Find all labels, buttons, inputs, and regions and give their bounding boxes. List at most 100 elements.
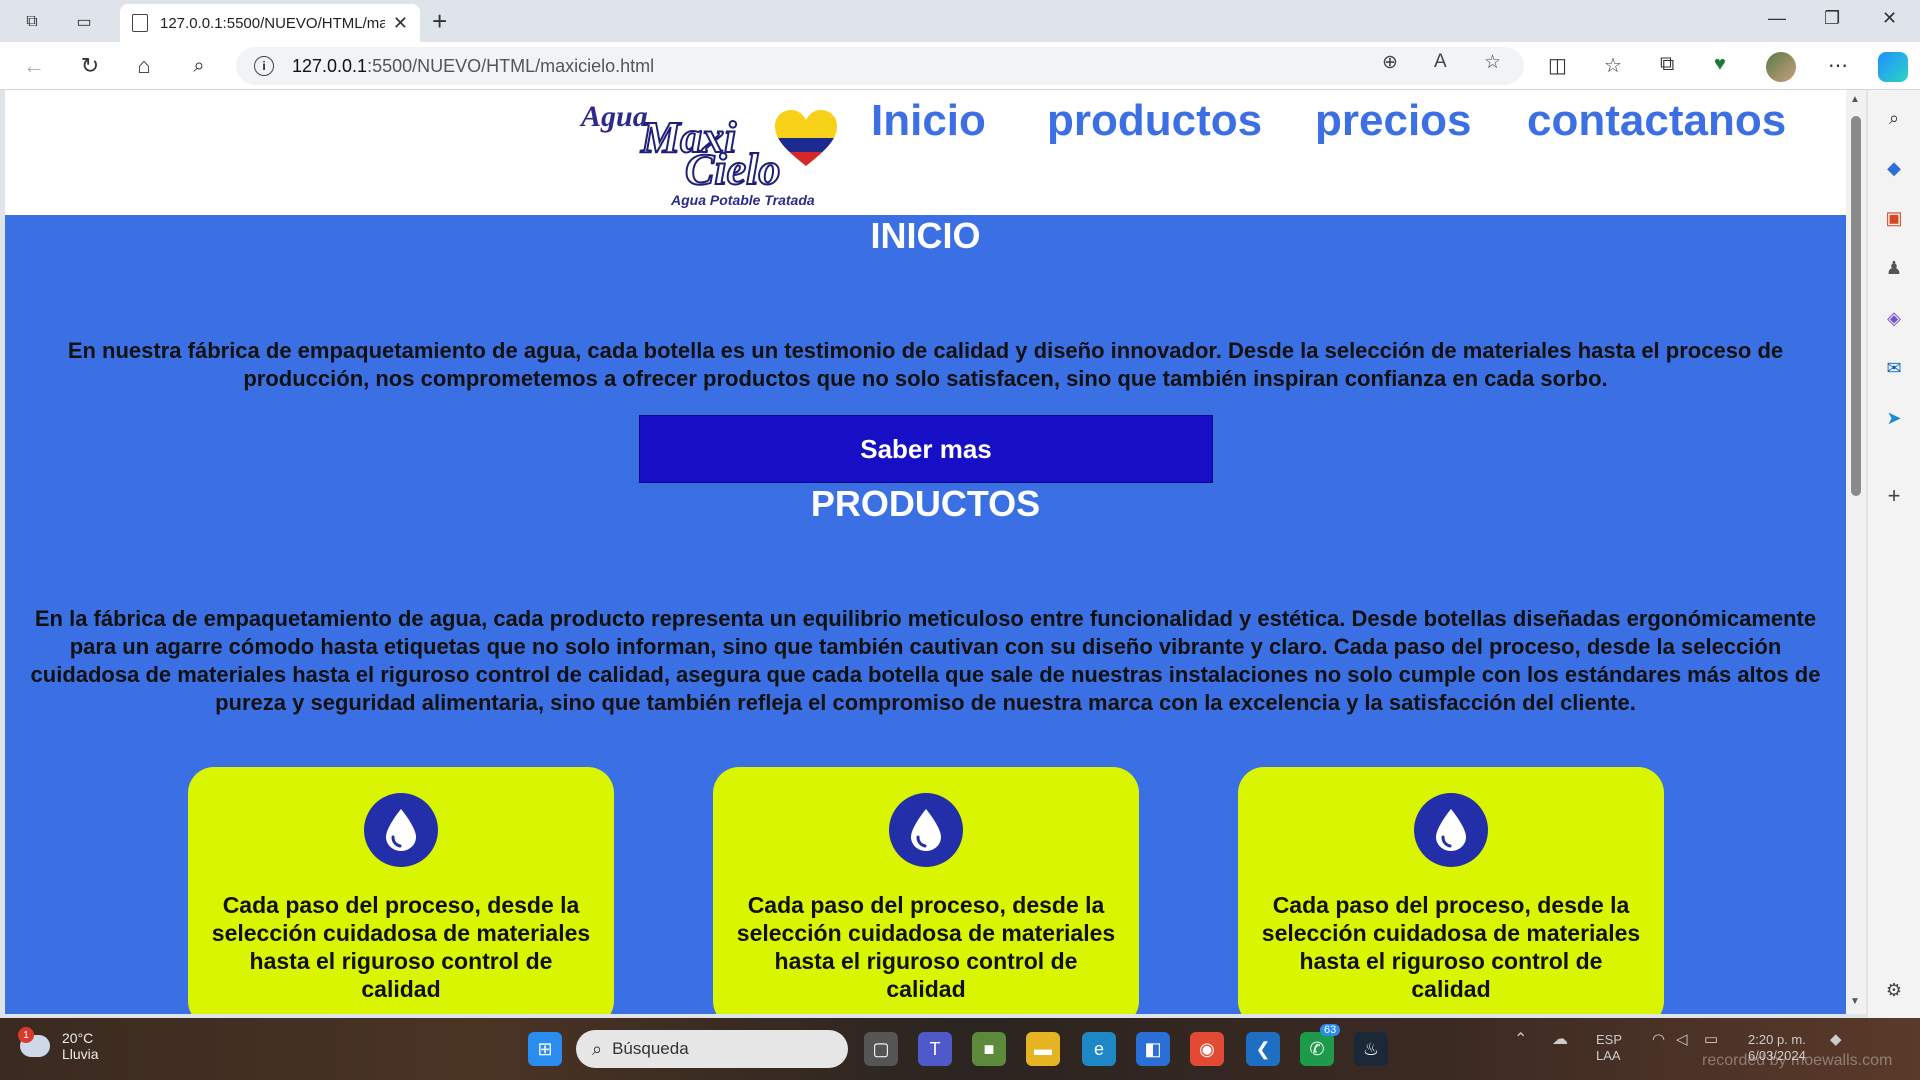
product-card: Cada paso del proceso, desde la selecció…	[1238, 767, 1664, 1014]
site-header: Agua Maxi Cielo Agua Potable Tratada Ini…	[5, 90, 1846, 215]
profile-avatar[interactable]	[1766, 52, 1796, 82]
weather-temp: 20°C	[62, 1030, 94, 1046]
lang-1: ESP	[1596, 1032, 1623, 1047]
new-tab-icon[interactable]: +	[432, 8, 447, 34]
minimize-icon[interactable]: —	[1768, 8, 1786, 29]
steam-icon[interactable]: ♨	[1354, 1032, 1388, 1066]
nav-inicio[interactable]: Inicio	[871, 96, 986, 146]
file-explorer-icon[interactable]: ▬	[1026, 1032, 1060, 1066]
search-icon: ⌕	[592, 1038, 603, 1059]
productos-text: En la fábrica de empaquetamiento de agua…	[30, 606, 1821, 715]
sidebar-send-icon[interactable]: ➤	[1882, 406, 1906, 430]
edge-icon[interactable]: e	[1082, 1032, 1116, 1066]
sidebar-outlook-icon[interactable]: ✉	[1882, 356, 1906, 380]
more-menu-icon[interactable]: ⋯	[1828, 53, 1848, 78]
zoom-icon[interactable]: ⊕	[1382, 51, 1398, 74]
copilot-icon[interactable]	[1878, 52, 1908, 82]
card-text: Cada paso del proceso, desde la selecció…	[1261, 892, 1641, 1002]
url-field[interactable]: i 127.0.0.1:5500/NUEVO/HTML/maxicielo.ht…	[236, 47, 1524, 85]
lang-2: LAA	[1596, 1048, 1621, 1063]
volume-icon[interactable]: ◁	[1676, 1032, 1688, 1048]
url-host: 127.0.0.1	[292, 55, 368, 76]
card-text: Cada paso del proceso, desde la selecció…	[736, 892, 1116, 1002]
clock-time: 2:20 p. m.	[1748, 1032, 1806, 1047]
weather-desc: Lluvia	[62, 1046, 99, 1062]
page-scrollbar[interactable]: ▲ ▼	[1846, 90, 1866, 1014]
tray-chevron-icon[interactable]: ⌃	[1514, 1032, 1527, 1048]
sidebar-office-icon[interactable]: ◈	[1882, 306, 1906, 330]
product-card: Cada paso del proceso, desde la selecció…	[188, 767, 614, 1014]
section-title-productos: PRODUCTOS	[810, 483, 1041, 524]
sidebar-shopping-icon[interactable]: ◆	[1882, 156, 1906, 180]
logo-agua: Agua	[581, 100, 648, 133]
vscode-icon[interactable]: ❮	[1246, 1032, 1280, 1066]
water-drop-icon	[889, 793, 963, 867]
taskbar-search-placeholder: Búsqueda	[612, 1039, 689, 1058]
task-view-icon[interactable]: ▢	[864, 1032, 898, 1066]
page-icon	[132, 14, 148, 32]
tab-actions-icon[interactable]: ▭	[70, 8, 98, 36]
language-indicator[interactable]: ESP LAA	[1596, 1032, 1622, 1064]
home-icon[interactable]: ⌂	[130, 52, 158, 80]
nav-productos[interactable]: productos	[1047, 96, 1262, 146]
read-aloud-icon[interactable]: A	[1434, 51, 1447, 73]
scrollbar-thumb[interactable]	[1851, 116, 1861, 496]
battery-icon[interactable]: ▭	[1704, 1032, 1718, 1048]
sidebar-settings-icon[interactable]: ⚙	[1882, 978, 1906, 1002]
favorite-star-icon[interactable]: ☆	[1484, 51, 1501, 74]
browser-essentials-icon[interactable]: ♥	[1714, 53, 1726, 76]
refresh-icon[interactable]: ↻	[76, 52, 104, 80]
colombia-heart-icon	[775, 110, 837, 166]
notifications-icon[interactable]: ◆	[1830, 1032, 1842, 1048]
url-path: :5500/NUEVO/HTML/maxicielo.html	[367, 55, 655, 76]
sidebar-add-icon[interactable]: +	[1882, 483, 1906, 508]
split-screen-icon[interactable]: ◫	[1548, 53, 1567, 78]
logo-tagline: Agua Potable Tratada	[671, 192, 815, 208]
favorites-icon[interactable]: ☆	[1604, 53, 1622, 78]
card-text: Cada paso del proceso, desde la selecció…	[211, 892, 591, 1002]
windows-taskbar: 1 20°C Lluvia ⊞ ⌕ Búsqueda ▢ T ■ ▬ e ◧ ◉…	[0, 1018, 1920, 1080]
workspaces-icon[interactable]: ⧉	[18, 8, 46, 36]
chrome-icon[interactable]: ◉	[1190, 1032, 1224, 1066]
scroll-up-icon[interactable]: ▲	[1850, 94, 1860, 105]
whatsapp-badge: 63	[1320, 1024, 1341, 1036]
address-bar: ← ↻ ⌂ ⌕ i 127.0.0.1:5500/NUEVO/HTML/maxi…	[0, 42, 1920, 90]
site-logo[interactable]: Agua Maxi Cielo Agua Potable Tratada	[575, 96, 845, 208]
water-drop-icon	[1414, 793, 1488, 867]
inicio-text: En nuestra fábrica de empaquetamiento de…	[67, 338, 1784, 391]
water-drop-icon	[364, 793, 438, 867]
collections-icon[interactable]: ⧉	[1660, 53, 1674, 76]
site-info-icon[interactable]: i	[254, 56, 274, 76]
page-viewport: Agua Maxi Cielo Agua Potable Tratada Ini…	[5, 90, 1846, 1014]
sidebar-search-icon[interactable]: ⌕	[1882, 106, 1906, 130]
restore-icon[interactable]: ❐	[1824, 8, 1840, 29]
browser-tab-bar: ⧉ ▭ 127.0.0.1:5500/NUEVO/HTML/ma ✕ + — ❐…	[0, 0, 1920, 42]
sidebar-tools-icon[interactable]: ▣	[1882, 206, 1906, 230]
windows-start-icon[interactable]: ⊞	[528, 1032, 562, 1066]
close-tab-icon[interactable]: ✕	[393, 13, 408, 34]
onedrive-icon[interactable]: ☁	[1552, 1032, 1568, 1048]
section-title-inicio: INICIO	[870, 215, 981, 256]
saber-mas-button[interactable]: Saber mas	[639, 415, 1213, 483]
search-icon[interactable]: ⌕	[185, 52, 213, 80]
teams-icon[interactable]: T	[918, 1032, 952, 1066]
nav-contactanos[interactable]: contactanos	[1527, 96, 1786, 146]
weather-widget[interactable]: 1 20°C Lluvia	[18, 1027, 99, 1062]
tab-title: 127.0.0.1:5500/NUEVO/HTML/ma	[160, 14, 385, 32]
taskbar-search[interactable]: ⌕ Búsqueda	[576, 1030, 848, 1068]
wifi-icon[interactable]: ◠	[1652, 1032, 1665, 1048]
logo-cielo: Cielo	[684, 145, 781, 194]
product-card: Cada paso del proceso, desde la selecció…	[713, 767, 1139, 1014]
nav-precios[interactable]: precios	[1315, 96, 1472, 146]
close-window-icon[interactable]: ✕	[1882, 8, 1897, 29]
scroll-down-icon[interactable]: ▼	[1850, 996, 1860, 1007]
sidebar-games-icon[interactable]: ♟	[1882, 256, 1906, 280]
whatsapp-icon[interactable]: ✆ 63	[1300, 1024, 1341, 1066]
weather-cloud-icon: 1	[18, 1027, 50, 1057]
browser-tab[interactable]: 127.0.0.1:5500/NUEVO/HTML/ma ✕	[120, 4, 420, 42]
store-icon[interactable]: ◧	[1136, 1032, 1170, 1066]
back-icon[interactable]: ←	[20, 52, 48, 80]
edge-sidebar: ⌕ ◆ ▣ ♟ ◈ ✉ ➤ + ⚙	[1868, 90, 1920, 1018]
recorder-watermark: recorded by moewalls.com	[1702, 1052, 1893, 1069]
minecraft-icon[interactable]: ■	[972, 1032, 1006, 1066]
